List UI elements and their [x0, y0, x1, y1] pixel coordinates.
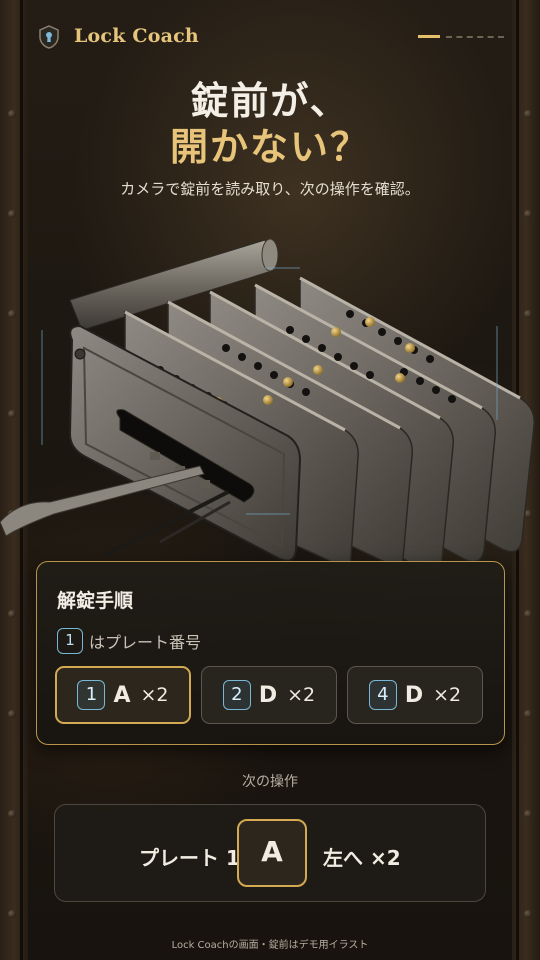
rivet — [524, 910, 532, 918]
step-chip-2[interactable]: 2 D ×2 — [201, 666, 337, 724]
plate-number-badge: 1 — [57, 628, 83, 654]
step-letter: D — [404, 682, 424, 708]
app-header: Lock Coach — [38, 22, 504, 52]
app-screen: Lock Coach 錠前が、 開かない？ カメラで錠前を読み取り、次の操作を確… — [0, 0, 540, 960]
step-letter: D — [258, 682, 278, 708]
padlock-illustration — [0, 238, 535, 570]
step-chip-1[interactable]: 1 A ×2 — [55, 666, 191, 724]
next-key-badge: A — [237, 819, 307, 887]
keyhole-shield-icon — [39, 25, 59, 49]
onboarding-progress — [418, 35, 504, 38]
rivet — [524, 210, 532, 218]
step-letter: A — [113, 682, 131, 708]
step-plate-number: 4 — [368, 680, 397, 710]
rivet — [524, 610, 532, 618]
step-count: ×2 — [140, 684, 169, 706]
unlock-steps-card: 解錠手順 1 はプレート番号 1 A ×2 2 D ×2 4 D ×2 — [36, 561, 505, 745]
next-direction-text: 左へ ×2 — [323, 846, 401, 870]
rivet — [8, 610, 16, 618]
next-action-card[interactable]: プレート 1 A 左へ ×2 — [54, 804, 486, 902]
step-plate-number: 2 — [222, 680, 251, 710]
rivet — [8, 710, 16, 718]
rivet — [8, 810, 16, 818]
next-action-label: 次の操作 — [242, 774, 298, 790]
hero-title-line2: 開かない？ — [169, 125, 370, 169]
step-chip-3[interactable]: 4 D ×2 — [347, 666, 483, 724]
app-name: Lock Coach — [74, 25, 199, 47]
step-count: ×2 — [287, 684, 316, 706]
rivet — [524, 710, 532, 718]
rivet — [8, 910, 16, 918]
plate-number-hint-text: はプレート番号 — [89, 633, 202, 652]
footer-note: Lock Coachの画面・錠前はデモ用イラスト — [171, 940, 369, 951]
next-plate-text: プレート 1 — [139, 846, 240, 870]
progress-remaining-segments — [446, 36, 504, 38]
progress-current-segment — [418, 35, 440, 38]
hero-subtitle: カメラで錠前を読み取り、次の操作を確認。 — [120, 180, 420, 198]
rivet — [8, 210, 16, 218]
step-count: ×2 — [433, 684, 462, 706]
rivet — [524, 810, 532, 818]
step-plate-number: 1 — [77, 680, 106, 710]
plate-number-hint: 1 はプレート番号 — [57, 628, 201, 654]
steps-title: 解錠手順 — [57, 590, 134, 612]
